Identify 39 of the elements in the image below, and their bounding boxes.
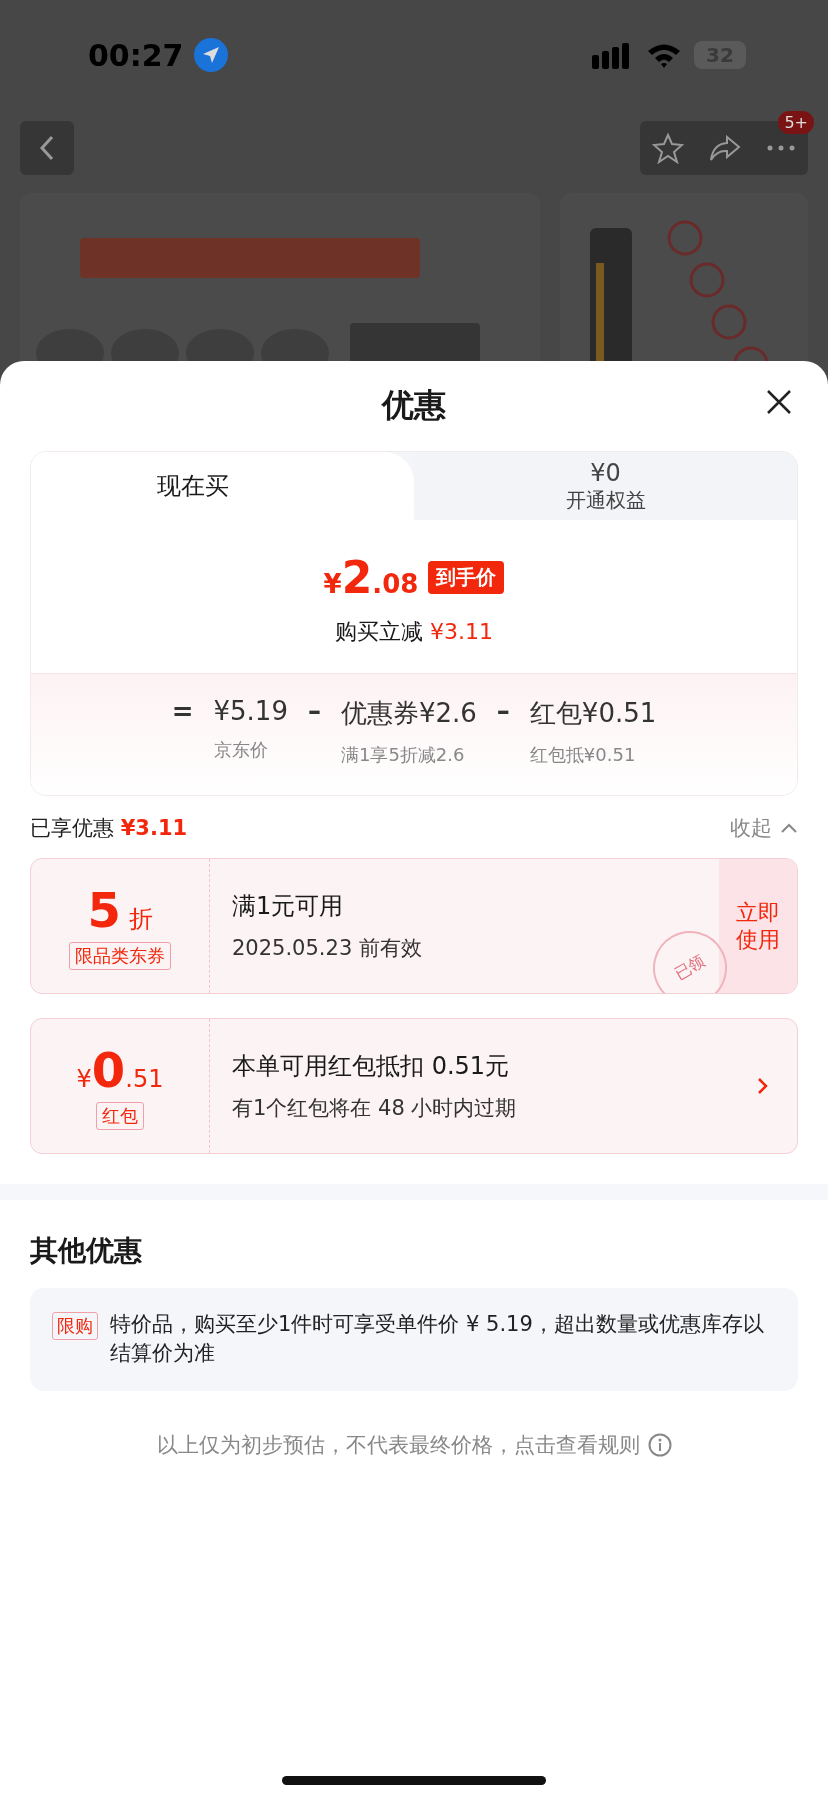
chevron-icon: [780, 822, 798, 834]
voucher-value: ¥0.51: [76, 1042, 164, 1098]
price-tag: 到手价: [428, 561, 505, 594]
status-time: 00:27: [88, 37, 184, 73]
location-icon: [193, 38, 228, 72]
notification-badge: 5+: [778, 110, 814, 134]
section-title: 其他优惠: [29, 1233, 143, 1269]
breakdown-note: 红包抵¥0.51: [529, 743, 636, 767]
applied-discount: 已享优惠 ¥3.11: [30, 815, 188, 842]
back-button[interactable]: [20, 120, 74, 175]
voucher-tag: 红包: [96, 1102, 144, 1130]
sheet-title: 优惠: [382, 385, 446, 426]
more-icon[interactable]: [765, 143, 796, 152]
coupon-title: 满1元可用: [232, 891, 345, 922]
coupon-validity: 2025.05.23 前有效: [232, 935, 423, 962]
operator-sign: =: [171, 696, 194, 726]
operator-sign: –: [496, 696, 510, 726]
breakdown-value: 红包¥0.51: [529, 697, 657, 730]
star-icon[interactable]: [652, 131, 685, 164]
coupon-value: 5 折: [87, 882, 153, 938]
breakdown-value: 优惠券¥2.6: [340, 697, 477, 730]
close-button[interactable]: [766, 389, 792, 415]
saving-text: 购买立减 ¥3.11: [335, 618, 493, 646]
limit-tag: 限购: [52, 1312, 98, 1340]
breakdown-value: ¥5.19: [213, 696, 288, 726]
wifi-icon: [646, 42, 682, 68]
rules-link[interactable]: 以上仅为初步预估，不代表最终价格，点击查看规则: [156, 1430, 640, 1459]
use-now-button[interactable]: 立即使用: [719, 859, 797, 993]
final-price: ¥2.08: [323, 552, 419, 603]
info-text: 特价品，购买至少1件时可享受单件价 ¥ 5.19，超出数量或优惠库存以结算价为准: [110, 1311, 765, 1368]
voucher-expiry: 有1个红包将在 48 小时内过期: [232, 1095, 518, 1122]
collapse-toggle[interactable]: 收起: [730, 814, 798, 842]
coupon-tag: 限品类东券: [69, 942, 171, 970]
breakdown-note: 满1享5折减2.6: [340, 743, 465, 767]
share-icon[interactable]: [709, 133, 741, 162]
operator-sign: –: [307, 696, 321, 726]
voucher-title: 本单可用红包抵扣 0.51元: [232, 1051, 511, 1082]
breakdown-note: 京东价: [213, 738, 268, 762]
info-icon[interactable]: [647, 1432, 672, 1457]
